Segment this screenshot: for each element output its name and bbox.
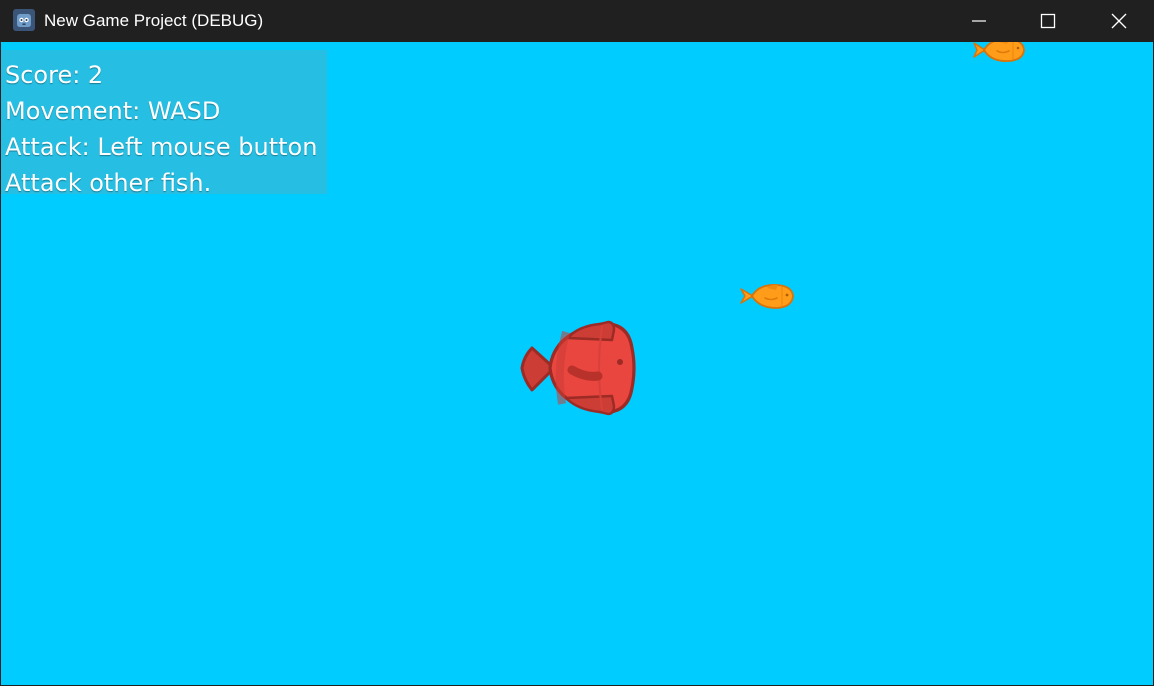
goal-hint: Attack other fish.	[5, 169, 212, 197]
enemy-fish-top-right[interactable]	[971, 42, 1027, 68]
hud-panel: Score: 2 Movement: WASD Attack: Left mou…	[1, 50, 327, 197]
player-fish[interactable]	[516, 318, 642, 418]
maximize-button[interactable]	[1013, 0, 1083, 42]
movement-hint: Movement: WASD	[5, 97, 221, 125]
window-title: New Game Project (DEBUG)	[44, 11, 264, 30]
close-icon	[1111, 13, 1127, 29]
minimize-icon	[972, 20, 986, 22]
godot-icon	[13, 9, 35, 31]
attack-hint: Attack: Left mouse button	[5, 133, 318, 161]
title-bar[interactable]: New Game Project (DEBUG)	[0, 0, 1154, 42]
score-label: Score: 2	[5, 61, 104, 89]
minimize-button[interactable]	[944, 0, 1014, 42]
close-button[interactable]	[1084, 0, 1154, 42]
game-window: New Game Project (DEBUG) Score: 2 Moveme…	[0, 0, 1154, 686]
maximize-icon	[1040, 13, 1056, 29]
enemy-fish-middle[interactable]	[738, 278, 796, 314]
game-viewport[interactable]: Score: 2 Movement: WASD Attack: Left mou…	[1, 42, 1153, 685]
